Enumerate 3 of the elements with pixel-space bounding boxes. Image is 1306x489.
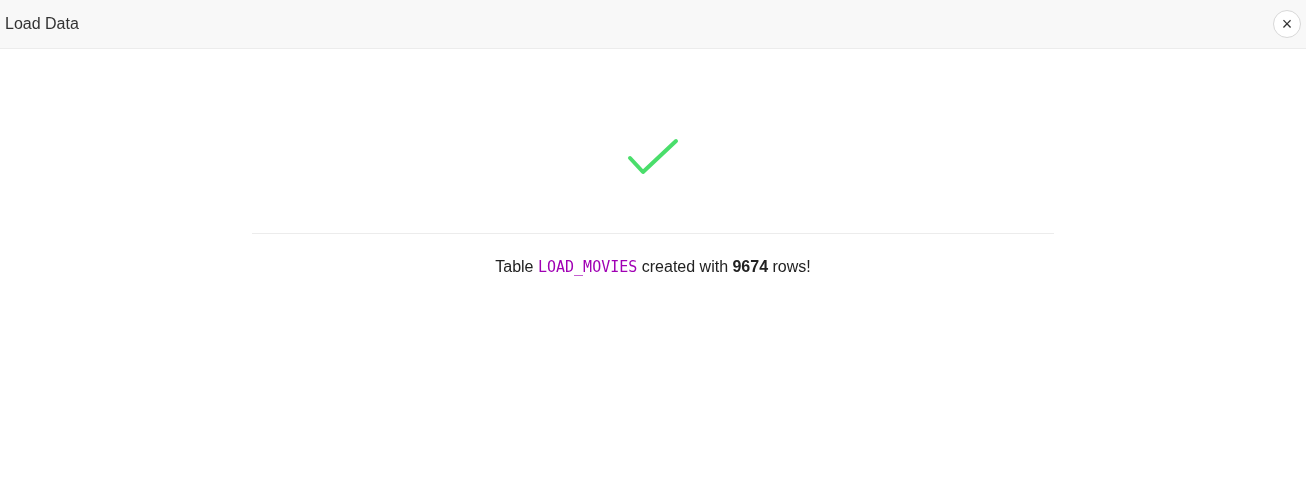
result-message: Table LOAD_MOVIES created with 9674 rows! bbox=[495, 257, 811, 278]
window-title: Load Data bbox=[5, 14, 79, 34]
close-button[interactable]: × bbox=[1273, 10, 1301, 38]
